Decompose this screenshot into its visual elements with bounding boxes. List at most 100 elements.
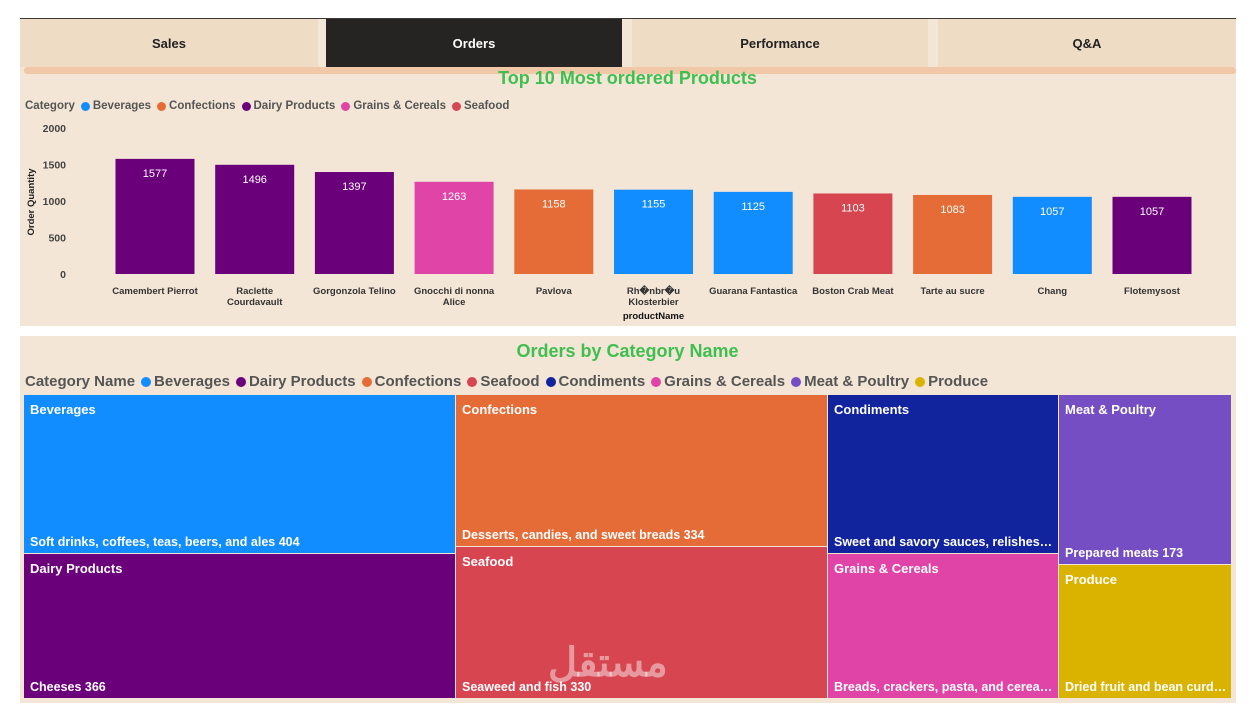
legend-label: Condiments	[558, 373, 646, 390]
legend-label: Grains & Cereals	[664, 373, 786, 390]
x-tick-label: Klosterbier	[628, 297, 678, 308]
treemap-tile-grains-and-cereals[interactable]: Grains & Cereals Breads, crackers, pasta,…	[828, 554, 1059, 699]
legend-item-dairy-products[interactable]: Dairy Products	[241, 100, 335, 112]
legend-item-condiments[interactable]: Condiments	[545, 373, 646, 390]
y-tick-label: 500	[48, 233, 66, 245]
legend-item-meat-and-poultry[interactable]: Meat & Poultry	[791, 373, 909, 390]
bar-data-label: 1263	[442, 191, 466, 203]
tile-description: Desserts, candies, and sweet breads 334	[462, 528, 705, 542]
bar-chart: 2000 1500 1000 500 0 Order Quantity 1577 Camemb…	[26, 123, 1192, 322]
legend-item-seafood[interactable]: Seafood	[467, 373, 540, 390]
legend-dot-icon	[80, 101, 90, 111]
legend-dot-icon	[545, 376, 556, 387]
x-tick-label: Raclette	[236, 286, 273, 297]
tile-category-name: Confections	[462, 402, 538, 417]
bar-data-label: 1577	[143, 168, 167, 180]
tile-description: Breads, crackers, pasta, and cereal ...	[834, 680, 1055, 694]
legend-label: Grains & Cereals	[353, 100, 446, 112]
treemap-title: Orders by Category Name	[516, 341, 739, 361]
tile-category-name: Produce	[1065, 572, 1118, 587]
bar-data-label: 1155	[642, 199, 666, 211]
legend-item-seafood[interactable]: Seafood	[452, 100, 509, 112]
x-tick-label: Chang	[1038, 286, 1068, 297]
x-tick-label: Flotemysost	[1124, 286, 1181, 297]
legend-label: Confections	[374, 373, 462, 390]
bar-data-label: 1103	[841, 202, 865, 214]
legend-label: Confections	[169, 100, 236, 112]
tile-category-name: Meat & Poultry	[1065, 402, 1157, 417]
tab-orders[interactable]: Orders	[326, 19, 622, 67]
section-divider	[20, 326, 1236, 336]
treemap-tile-beverages[interactable]: Beverages Soft drinks, coffees, teas, bee…	[24, 395, 456, 554]
x-tick-label: Rh�nbr�u	[627, 284, 680, 297]
x-tick-label: Courdavault	[227, 297, 283, 308]
x-tick-label: Gnocchi di nonna	[414, 286, 495, 297]
legend-dot-icon	[241, 101, 251, 111]
tile-category-name: Dairy Products	[30, 561, 123, 576]
legend-label: Beverages	[92, 100, 152, 112]
x-axis-label: productName	[623, 311, 684, 322]
legend-dot-icon	[452, 101, 461, 111]
tile-description: Dried fruit and bean curd 1...	[1065, 680, 1228, 694]
x-tick-label: Guarana Fantastica	[709, 286, 798, 297]
legend-item-beverages[interactable]: Beverages	[141, 373, 230, 390]
bar-data-label: 1083	[940, 204, 964, 216]
legend-label: Dairy Products	[248, 373, 356, 390]
legend-item-grains-and-cereals[interactable]: Grains & Cereals	[341, 100, 446, 112]
x-tick-label: Pavlova	[536, 286, 573, 297]
x-tick-label: Camembert Pierrot	[112, 286, 198, 297]
y-tick-label: 2000	[43, 123, 67, 135]
bar-data-label: 1397	[342, 181, 366, 193]
treemap-tile-meat-and-poultry[interactable]: Meat & Poultry Prepared meats 173	[1059, 395, 1232, 565]
bar-data-label: 1158	[542, 198, 566, 210]
tab-qa[interactable]: Q&A	[938, 19, 1236, 67]
bar-data-label: 1125	[741, 201, 765, 213]
legend-label: Seafood	[480, 373, 540, 390]
legend-dot-icon	[467, 376, 478, 387]
legend-dot-icon	[915, 376, 926, 387]
tab-sales[interactable]: Sales	[20, 19, 318, 67]
legend-dot-icon	[651, 376, 662, 387]
legend-item-confections[interactable]: Confections	[157, 100, 236, 112]
legend-item-confections[interactable]: Confections	[361, 373, 462, 390]
x-tick-label: Tarte au sucre	[920, 286, 984, 297]
bar-data-label: 1057	[1040, 206, 1064, 218]
y-tick-label: 0	[60, 269, 66, 281]
legend-item-dairy-products[interactable]: Dairy Products	[235, 373, 356, 390]
legend-label: Produce	[928, 373, 989, 390]
legend-label: Seafood	[464, 100, 510, 112]
treemap-legend: Category Name Beverages Dairy Products Con…	[25, 373, 988, 390]
x-tick-label: Gorgonzola Telino	[313, 286, 396, 297]
watermark-logo: مستقل	[548, 641, 668, 685]
treemap-tile-condiments[interactable]: Condiments Sweet and savory sauces, relis…	[828, 395, 1059, 554]
bar-chart-title: Top 10 Most ordered Products	[498, 68, 757, 88]
tile-description: Cheeses 366	[30, 680, 106, 694]
legend-title: Category	[25, 100, 75, 112]
legend-dot-icon	[361, 376, 372, 387]
tab-performance[interactable]: Performance	[632, 19, 928, 67]
legend-title: Category Name	[25, 373, 136, 390]
bar-chart-legend: Category Beverages Confections Dairy Produ…	[25, 100, 509, 112]
tile-category-name: Grains & Cereals	[834, 561, 939, 576]
tile-description: Soft drinks, coffees, teas, beers, and a…	[30, 535, 300, 549]
legend-dot-icon	[791, 376, 802, 387]
treemap-tile-confections[interactable]: Confections Desserts, candies, and sweet …	[456, 395, 828, 547]
bar-data-label: 1057	[1140, 206, 1164, 218]
legend-dot-icon	[141, 376, 152, 387]
y-axis-label: Order Quantity	[26, 168, 37, 236]
y-tick-label: 1000	[43, 196, 67, 208]
treemap-tile-produce[interactable]: Produce Dried fruit and bean curd 1...	[1059, 565, 1232, 699]
legend-dot-icon	[235, 376, 246, 387]
x-tick-label: Boston Crab Meat	[812, 286, 894, 297]
legend-item-produce[interactable]: Produce	[915, 373, 988, 390]
tile-category-name: Condiments	[834, 402, 910, 417]
treemap-tile-dairy-products[interactable]: Dairy Products Cheeses 366	[24, 554, 456, 699]
legend-item-grains-and-cereals[interactable]: Grains & Cereals	[651, 373, 785, 390]
bar-data-label: 1496	[242, 174, 266, 186]
legend-item-beverages[interactable]: Beverages	[80, 100, 152, 112]
y-tick-label: 1500	[43, 160, 67, 172]
tile-description: Sweet and savory sauces, relishes, s...	[834, 535, 1055, 549]
legend-label: Beverages	[154, 373, 230, 390]
tile-description: Prepared meats 173	[1065, 546, 1184, 560]
tile-category-name: Beverages	[30, 402, 96, 417]
